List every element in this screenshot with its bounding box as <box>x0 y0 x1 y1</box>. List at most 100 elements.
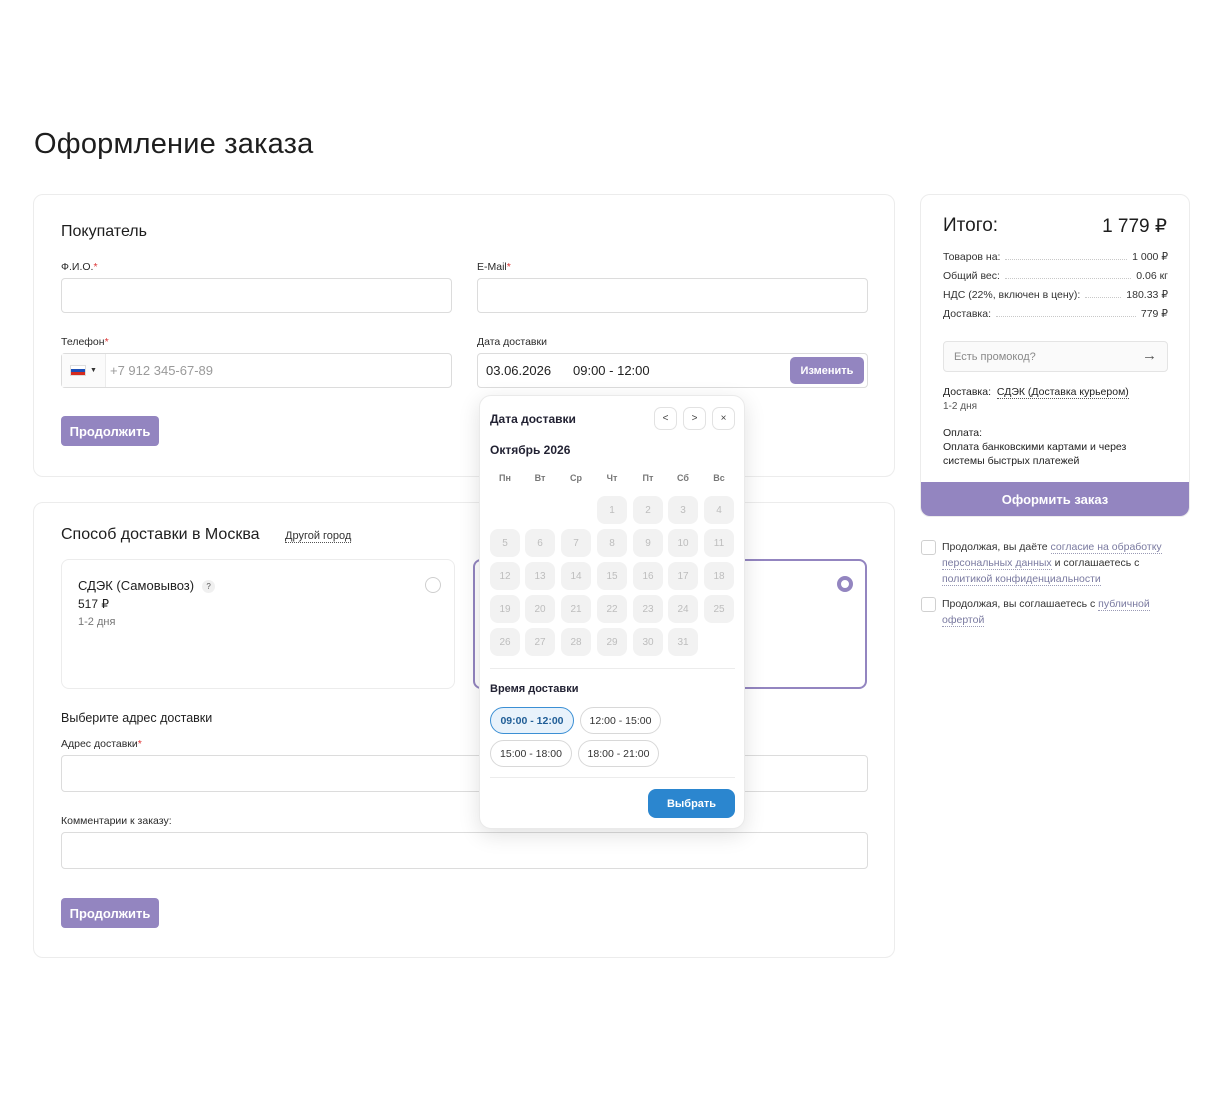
delivery-title: Способ доставки в Москва <box>61 526 260 543</box>
date-value: 03.06.2026 <box>486 363 552 378</box>
calendar-day[interactable]: 29 <box>597 628 627 656</box>
comment-label: Комментарии к заказу: <box>61 815 172 827</box>
email-label: E-Mail* <box>477 261 511 273</box>
weekday-label: Пт <box>642 473 654 483</box>
privacy-policy-link[interactable]: политикой конфиденциальности <box>942 573 1101 586</box>
summary-row: Товаров на: 1 000 ₽ <box>943 251 1168 263</box>
option-radio-selected[interactable] <box>837 576 853 592</box>
calendar-day[interactable]: 7 <box>561 529 591 557</box>
calendar-day[interactable]: 8 <box>597 529 627 557</box>
calendar-day[interactable]: 10 <box>668 529 698 557</box>
calendar-day[interactable]: 28 <box>561 628 591 656</box>
calendar-day[interactable]: 3 <box>668 496 698 524</box>
option-name: СДЭК (Самовывоз)? <box>78 578 216 594</box>
russia-flag-icon <box>70 365 87 376</box>
calendar-day[interactable]: 20 <box>525 595 555 623</box>
calendar-day[interactable]: 6 <box>525 529 555 557</box>
other-city-link[interactable]: Другой город <box>285 530 352 543</box>
close-icon[interactable]: × <box>712 407 735 430</box>
calendar-day[interactable]: 23 <box>633 595 663 623</box>
popup-title: Дата доставки <box>490 412 576 426</box>
summary-payment-label: Оплата: <box>943 427 983 439</box>
summary-row: НДС (22%, включен в цену): 180.33 ₽ <box>943 289 1168 301</box>
calendar-day[interactable]: 22 <box>597 595 627 623</box>
calendar-day[interactable]: 9 <box>633 529 663 557</box>
date-label: Дата доставки <box>477 336 547 348</box>
consent-personal-data: Продолжая, вы даёте согласие на обработк… <box>921 539 1181 587</box>
calendar-day[interactable]: 5 <box>490 529 520 557</box>
weekday-label: Вт <box>534 473 546 483</box>
summary-total: 1 779 ₽ <box>1102 216 1167 237</box>
calendar-day[interactable]: 15 <box>597 562 627 590</box>
select-button[interactable]: Выбрать <box>648 789 735 818</box>
address-label: Адрес доставки* <box>61 738 142 750</box>
weekday-label: Вс <box>713 473 725 483</box>
arrow-right-icon[interactable]: → <box>1142 347 1157 364</box>
consent-checkbox[interactable] <box>921 540 936 555</box>
time-slot[interactable]: 09:00 - 12:00 <box>490 707 574 734</box>
weekday-label: Чт <box>606 473 618 483</box>
email-input[interactable] <box>478 279 867 312</box>
offer-text: Продолжая, вы соглашаетесь с публичной о… <box>942 598 1150 627</box>
fio-input[interactable] <box>62 279 451 312</box>
address-input[interactable] <box>62 756 867 791</box>
buyer-continue-button[interactable]: Продолжить <box>61 416 159 446</box>
calendar-day[interactable]: 11 <box>704 529 734 557</box>
weekday-label: Ср <box>570 473 582 483</box>
calendar-day[interactable]: 27 <box>525 628 555 656</box>
address-field[interactable] <box>61 755 868 792</box>
calendar-day[interactable]: 18 <box>704 562 734 590</box>
calendar-day[interactable]: 31 <box>668 628 698 656</box>
delivery-date-field[interactable]: 03.06.2026 09:00 - 12:00 Изменить <box>477 353 868 388</box>
calendar-day[interactable]: 21 <box>561 595 591 623</box>
calendar-day[interactable]: 12 <box>490 562 520 590</box>
phone-field: ▼ <box>61 353 452 388</box>
calendar-day[interactable]: 30 <box>633 628 663 656</box>
promo-input[interactable] <box>944 342 1134 371</box>
summary-delivery: Доставка: СДЭК (Доставка курьером) <box>943 386 1129 399</box>
time-slot[interactable]: 18:00 - 21:00 <box>578 740 659 767</box>
divider <box>490 668 735 669</box>
phone-input[interactable] <box>62 354 451 387</box>
calendar-day[interactable]: 26 <box>490 628 520 656</box>
page-title: Оформление заказа <box>34 128 314 160</box>
weekday-label: Пн <box>499 473 511 483</box>
calendar-day[interactable]: 4 <box>704 496 734 524</box>
country-select[interactable]: ▼ <box>62 354 106 387</box>
prev-month-button[interactable]: < <box>654 407 677 430</box>
email-field[interactable] <box>477 278 868 313</box>
time-title: Время доставки <box>490 683 579 695</box>
comment-input[interactable] <box>62 833 867 868</box>
next-month-button[interactable]: > <box>683 407 706 430</box>
delivery-option-pickup[interactable]: СДЭК (Самовывоз)? 517 ₽ 1-2 дня <box>61 559 455 689</box>
calendar-day[interactable]: 14 <box>561 562 591 590</box>
calendar-day[interactable]: 16 <box>633 562 663 590</box>
fio-label: Ф.И.О.* <box>61 261 98 273</box>
help-icon[interactable]: ? <box>202 580 216 594</box>
calendar-day[interactable]: 1 <box>597 496 627 524</box>
summary-payment-value: Оплата банковскими картами и через систе… <box>943 441 1127 467</box>
change-date-button[interactable]: Изменить <box>790 357 864 384</box>
weekday-label: Сб <box>677 473 689 483</box>
calendar-day[interactable]: 2 <box>633 496 663 524</box>
option-radio[interactable] <box>425 577 441 593</box>
offer-checkbox[interactable] <box>921 597 936 612</box>
calendar-day[interactable]: 25 <box>704 595 734 623</box>
order-summary: Итого: 1 779 ₽ Товаров на: 1 000 ₽ Общий … <box>920 194 1190 517</box>
promo-field[interactable]: → <box>943 341 1168 372</box>
calendar-day[interactable]: 13 <box>525 562 555 590</box>
calendar-day[interactable]: 19 <box>490 595 520 623</box>
fio-field[interactable] <box>61 278 452 313</box>
time-slot[interactable]: 12:00 - 15:00 <box>580 707 661 734</box>
comment-field[interactable] <box>61 832 868 869</box>
place-order-button[interactable]: Оформить заказ <box>921 482 1189 516</box>
option-price: 517 ₽ <box>78 597 109 611</box>
time-slot[interactable]: 15:00 - 18:00 <box>490 740 572 767</box>
consent-offer: Продолжая, вы соглашаетесь с публичной о… <box>921 596 1181 628</box>
delivery-date-popup: Дата доставки < > × Октябрь 2026 Пн Вт Ср Ч… <box>479 395 745 829</box>
address-section-title: Выберите адрес доставки <box>61 711 213 725</box>
delivery-continue-button[interactable]: Продолжить <box>61 898 159 928</box>
calendar-day[interactable]: 24 <box>668 595 698 623</box>
summary-delivery-term: 1-2 дня <box>943 401 978 412</box>
calendar-day[interactable]: 17 <box>668 562 698 590</box>
